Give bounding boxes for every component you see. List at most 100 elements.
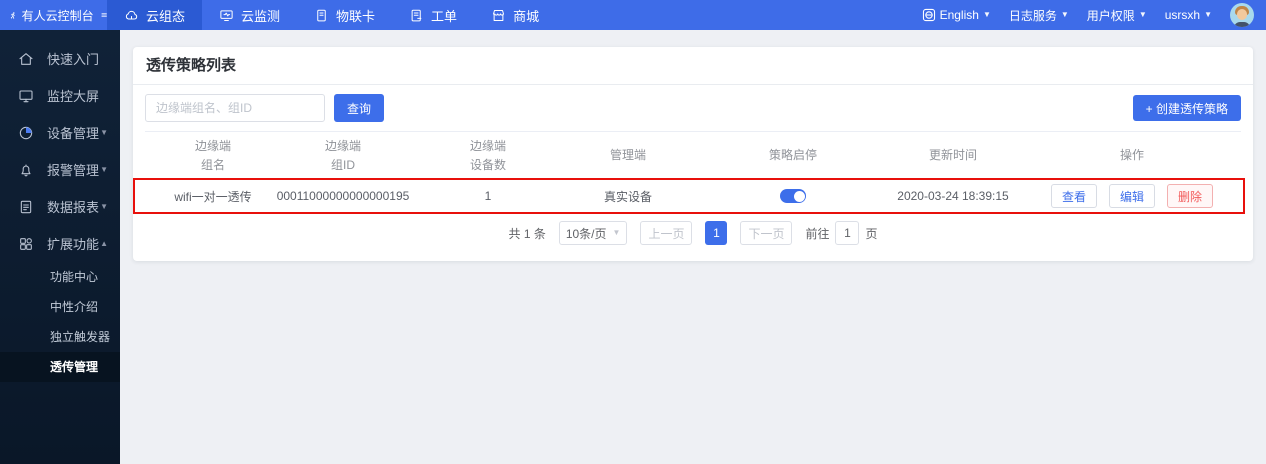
main-content: 透传策略列表 查询 + 创建透传策略 边缘端 组名 边缘端 组ID 边缘端 设备… xyxy=(120,30,1266,464)
sidebar-item-extended-functions[interactable]: 扩展功能 ▲ xyxy=(0,225,120,262)
user-permission-dropdown[interactable]: 用户权限 ▼ xyxy=(1087,7,1147,24)
cell-manager: 真实设备 xyxy=(553,188,703,205)
chevron-down-icon: ▼ xyxy=(1061,11,1069,19)
log-service-dropdown[interactable]: 日志服务 ▼ xyxy=(1009,7,1069,24)
chevron-down-icon: ▼ xyxy=(1139,11,1147,19)
nav-label: 物联卡 xyxy=(336,6,375,25)
pagination: 共 1 条 10条/页 ▼ 上一页 1 下一页 前往 页 xyxy=(133,221,1253,245)
view-button[interactable]: 查看 xyxy=(1051,184,1097,208)
header-manager: 管理端 xyxy=(553,146,703,165)
search-button[interactable]: 查询 xyxy=(334,94,384,122)
delete-button[interactable]: 删除 xyxy=(1167,184,1213,208)
topbar-right: English ▼ 日志服务 ▼ 用户权限 ▼ usrsxh ▼ xyxy=(922,3,1266,27)
nav-label: 商城 xyxy=(513,6,539,25)
chevron-up-icon: ▲ xyxy=(100,239,108,248)
sidebar-subitem-neutral-intro[interactable]: 中性介绍 xyxy=(0,292,120,322)
cell-policy-switch xyxy=(703,189,883,203)
page-size-value: 10条/页 xyxy=(566,225,607,242)
sidebar-item-label: 快速入门 xyxy=(47,49,99,68)
goto-prefix-label: 前往 xyxy=(805,225,829,242)
sidebar-item-monitor-screen[interactable]: 监控大屏 xyxy=(0,77,120,114)
cell-actions: 查看 编辑 删除 xyxy=(1023,184,1241,208)
goto-page-group: 前往 页 xyxy=(805,221,877,245)
sidebar-item-data-report[interactable]: 数据报表 ▼ xyxy=(0,188,120,225)
top-nav: 云组态 云监测 物联卡 工单 商城 xyxy=(107,0,556,30)
avatar[interactable] xyxy=(1230,3,1254,27)
bell-icon xyxy=(18,162,34,178)
sidebar-item-label: 数据报表 xyxy=(47,197,99,216)
sidebar-subitem-passthrough-management[interactable]: 透传管理 xyxy=(0,352,120,382)
sidebar-item-label: 扩展功能 xyxy=(47,234,99,253)
prev-page-button[interactable]: 上一页 xyxy=(640,221,692,245)
nav-item-cloud-monitor[interactable]: 云监测 xyxy=(202,0,297,30)
table-row: wifi一对一透传 00011000000000000195 1 真实设备 20… xyxy=(145,179,1241,213)
page-number-button[interactable]: 1 xyxy=(705,221,727,245)
sidebar-subitem-independent-trigger[interactable]: 独立触发器 xyxy=(0,322,120,352)
monitor-icon xyxy=(219,8,234,23)
username-dropdown[interactable]: usrsxh ▼ xyxy=(1165,8,1212,22)
sidebar-item-device-management[interactable]: 设备管理 ▼ xyxy=(0,114,120,151)
home-icon xyxy=(18,51,34,67)
passthrough-policy-card: 透传策略列表 查询 + 创建透传策略 边缘端 组名 边缘端 组ID 边缘端 设备… xyxy=(133,47,1253,261)
log-service-label: 日志服务 xyxy=(1009,7,1057,24)
policy-enabled-toggle[interactable] xyxy=(780,189,806,203)
grid-apps-icon xyxy=(18,236,34,252)
cell-update-time: 2020-03-24 18:39:15 xyxy=(883,189,1023,203)
cell-group-id: 00011000000000000195 xyxy=(263,189,423,203)
chevron-down-icon: ▼ xyxy=(1204,11,1212,19)
sidebar-item-alarm-management[interactable]: 报警管理 ▼ xyxy=(0,151,120,188)
nav-item-iot-card[interactable]: 物联卡 xyxy=(297,0,392,30)
sidebar-item-label: 设备管理 xyxy=(47,123,99,142)
language-dropdown[interactable]: English ▼ xyxy=(922,8,991,22)
policy-table: 边缘端 组名 边缘端 组ID 边缘端 设备数 管理端 策略启停 更新时间 操作 … xyxy=(145,131,1241,213)
sidebar-subitem-function-center[interactable]: 功能中心 xyxy=(0,262,120,292)
next-page-button[interactable]: 下一页 xyxy=(740,221,792,245)
toolbar: 查询 + 创建透传策略 xyxy=(145,94,1241,122)
header-policy-switch: 策略启停 xyxy=(703,146,883,165)
cell-device-count: 1 xyxy=(423,189,553,203)
sidebar-item-label: 报警管理 xyxy=(47,160,99,179)
chevron-down-icon: ▼ xyxy=(100,128,108,137)
avatar-body xyxy=(1234,22,1250,27)
logo-section[interactable]: 有人云控制台 xyxy=(0,0,107,30)
page-size-select[interactable]: 10条/页 ▼ xyxy=(559,221,628,245)
total-count-label: 共 1 条 xyxy=(508,225,545,242)
header-group-name: 边缘端 组名 xyxy=(163,137,263,174)
report-icon xyxy=(18,199,34,215)
goto-suffix-label: 页 xyxy=(865,225,877,242)
app-title: 有人云控制台 xyxy=(22,7,94,24)
nav-item-work-order[interactable]: 工单 xyxy=(392,0,474,30)
create-policy-button[interactable]: + 创建透传策略 xyxy=(1133,95,1241,121)
table-header-row: 边缘端 组名 边缘端 组ID 边缘端 设备数 管理端 策略启停 更新时间 操作 xyxy=(145,132,1241,179)
cloud-icon xyxy=(124,8,139,23)
sidebar-item-quick-start[interactable]: 快速入门 xyxy=(0,40,120,77)
user-permission-label: 用户权限 xyxy=(1087,7,1135,24)
cell-group-name: wifi一对一透传 xyxy=(163,188,263,205)
nav-label: 云组态 xyxy=(146,6,185,25)
avatar-face xyxy=(1237,9,1247,20)
nav-label: 工单 xyxy=(431,6,457,25)
username-label: usrsxh xyxy=(1165,8,1200,22)
sidebar-item-label: 监控大屏 xyxy=(47,86,99,105)
search-input[interactable] xyxy=(145,94,325,122)
work-order-icon xyxy=(409,8,424,23)
pie-device-icon xyxy=(18,125,34,141)
nav-item-mall[interactable]: 商城 xyxy=(474,0,556,30)
page-title: 透传策略列表 xyxy=(133,47,1253,85)
header-device-count: 边缘端 设备数 xyxy=(423,137,553,174)
header-actions: 操作 xyxy=(1023,146,1241,165)
edit-button[interactable]: 编辑 xyxy=(1109,184,1155,208)
sim-card-icon xyxy=(314,8,329,23)
chevron-down-icon: ▼ xyxy=(983,11,991,19)
chevron-down-icon: ▼ xyxy=(100,202,108,211)
goto-page-input[interactable] xyxy=(835,221,859,245)
header-update-time: 更新时间 xyxy=(883,146,1023,165)
nav-item-cloud-scada[interactable]: 云组态 xyxy=(107,0,202,30)
language-icon xyxy=(922,8,936,22)
big-screen-icon xyxy=(18,88,34,104)
header-group-id: 边缘端 组ID xyxy=(263,137,423,174)
language-label: English xyxy=(940,8,979,22)
usr-logo-icon xyxy=(9,7,17,24)
store-icon xyxy=(491,8,506,23)
nav-label: 云监测 xyxy=(241,6,280,25)
